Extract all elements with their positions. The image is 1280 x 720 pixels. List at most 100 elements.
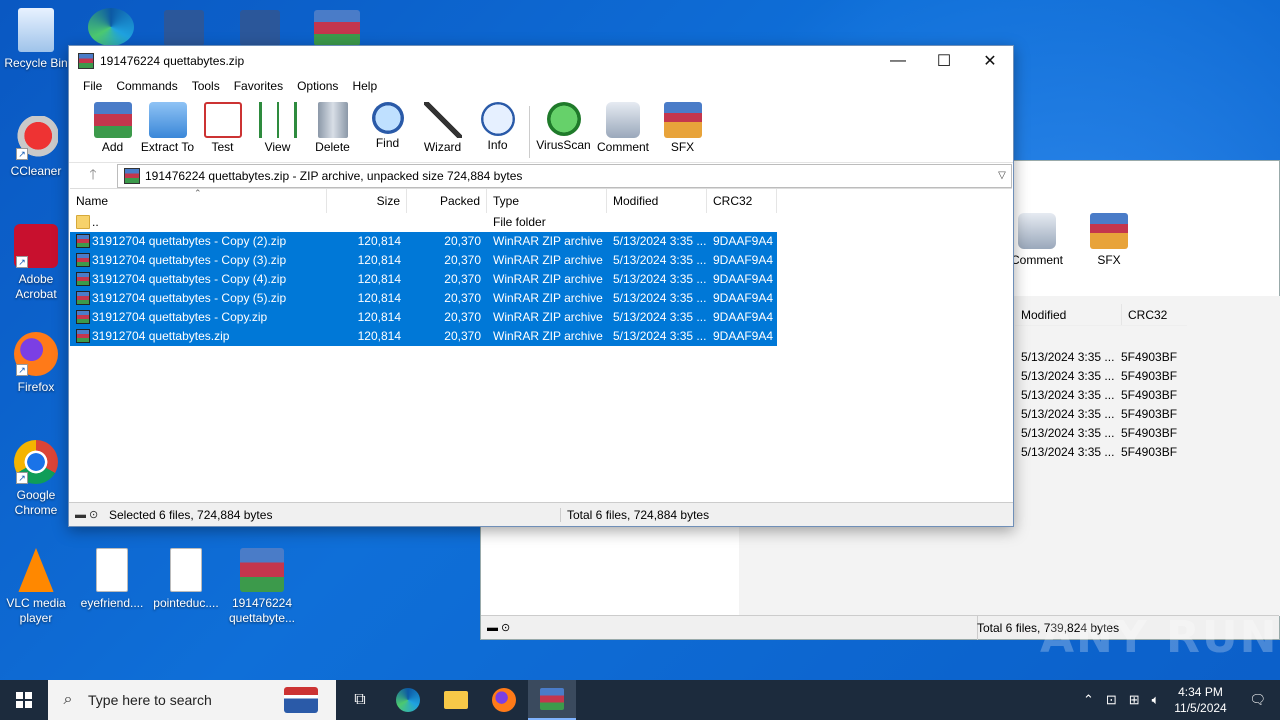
bg-col-crc[interactable]: CRC32 bbox=[1121, 304, 1187, 325]
add-archive-icon bbox=[93, 102, 132, 138]
file-modified: 5/13/2024 3:35 ... bbox=[613, 253, 707, 267]
bg-table-row[interactable]: 5/13/2024 3:35 ... 5F4903BF bbox=[1021, 405, 1191, 424]
desktop-icon-pointeduc[interactable]: pointeduc.... bbox=[150, 548, 222, 611]
menu-file[interactable]: File bbox=[76, 79, 109, 93]
taskbar-edge[interactable] bbox=[384, 680, 432, 720]
menu-commands[interactable]: Commands bbox=[109, 79, 184, 93]
file-name-cell: 31912704 quettabytes - Copy.zip bbox=[70, 308, 327, 327]
desktop-icon-archive[interactable]: 191476224 quettabyte... bbox=[226, 548, 298, 626]
col-type[interactable]: Type bbox=[487, 189, 607, 213]
bg-table-row[interactable]: 5/13/2024 3:35 ... 5F4903BF bbox=[1021, 386, 1191, 405]
file-packed: 20,370 bbox=[444, 310, 481, 324]
file-name: 31912704 quettabytes - Copy (5).zip bbox=[92, 291, 287, 305]
add-button[interactable]: Add bbox=[85, 102, 140, 154]
bg-col-modified[interactable]: Modified bbox=[1015, 304, 1121, 325]
parent-folder-row[interactable]: .. File folder bbox=[70, 213, 1012, 232]
system-tray: ⌃ ⊡ ⊞ 🔈︎ 4:34 PM 11/5/2024 🗨︎ bbox=[1077, 680, 1280, 720]
file-name-cell: 31912704 quettabytes - Copy (4).zip bbox=[70, 270, 327, 289]
sfx-icon bbox=[663, 102, 702, 138]
wizard-button[interactable]: Wizard bbox=[415, 102, 470, 154]
delete-button[interactable]: Delete bbox=[305, 102, 360, 154]
word-doc-icon[interactable] bbox=[240, 10, 280, 46]
col-modified[interactable]: Modified bbox=[607, 189, 707, 213]
start-button[interactable] bbox=[0, 680, 48, 720]
address-text: 191476224 quettabytes.zip - ZIP archive,… bbox=[145, 168, 523, 183]
bg-table-row[interactable]: 5/13/2024 3:35 ... 5F4903BF bbox=[1021, 367, 1191, 386]
firefox-icon: ↗ bbox=[14, 332, 58, 376]
up-arrow-icon[interactable]: 🡑 bbox=[69, 164, 117, 188]
desktop-icon-ccleaner[interactable]: ↗ CCleaner bbox=[0, 116, 72, 179]
menu-help[interactable]: Help bbox=[345, 79, 384, 93]
desktop-icon-firefox[interactable]: ↗ Firefox bbox=[0, 332, 72, 395]
desktop-icon-google-chrome[interactable]: ↗ Google Chrome bbox=[0, 440, 72, 518]
col-crc[interactable]: CRC32 bbox=[707, 189, 777, 213]
desktop-icon-adobe-acrobat[interactable]: ↗ Adobe Acrobat bbox=[0, 224, 72, 302]
virusscan-label: VirusScan bbox=[536, 138, 591, 152]
chevron-down-icon[interactable]: ▽ bbox=[993, 170, 1011, 181]
taskbar-file-explorer[interactable] bbox=[432, 680, 480, 720]
info-button[interactable]: Info bbox=[470, 102, 525, 152]
extract-to-button[interactable]: Extract To bbox=[140, 102, 195, 154]
desktop-icon-label: VLC media player bbox=[6, 596, 66, 625]
volume-icon[interactable]: 🔈︎ bbox=[1146, 692, 1166, 708]
bg-table-row[interactable]: 5/13/2024 3:35 ... 5F4903BF bbox=[1021, 443, 1191, 462]
title-bar[interactable]: 191476224 quettabytes.zip — ☐ ✕ bbox=[69, 46, 1013, 76]
chevron-up-icon[interactable]: ⌃ bbox=[1077, 692, 1100, 708]
bg-sfx-button[interactable]: SFX bbox=[1083, 213, 1135, 267]
comment-label: Comment bbox=[596, 140, 649, 154]
file-list[interactable]: Name Size Packed Type Modified CRC32 ⌃ .… bbox=[70, 188, 1013, 502]
toolbar-separator bbox=[529, 106, 530, 158]
bg-table-row[interactable]: 5/13/2024 3:35 ... 5F4903BF bbox=[1021, 348, 1191, 367]
bg-file-modified: 5/13/2024 3:35 ... bbox=[1021, 388, 1115, 402]
table-row[interactable]: 31912704 quettabytes - Copy.zip 120,814 20… bbox=[70, 308, 777, 327]
clock[interactable]: 4:34 PM 11/5/2024 bbox=[1165, 684, 1235, 716]
minimize-button[interactable]: — bbox=[875, 46, 921, 76]
view-button[interactable]: View bbox=[250, 102, 305, 154]
comment-button[interactable]: Comment bbox=[591, 102, 655, 154]
info-icon bbox=[480, 102, 515, 136]
network-icon[interactable]: ⊞ bbox=[1123, 692, 1146, 708]
word-doc-icon[interactable] bbox=[164, 10, 204, 46]
winrar-desktop-icon[interactable] bbox=[314, 10, 360, 46]
notifications-icon[interactable]: 🗨︎ bbox=[1235, 692, 1280, 708]
taskbar-search[interactable]: ⌕ Type here to search bbox=[48, 680, 336, 720]
test-button[interactable]: Test bbox=[195, 102, 250, 154]
parent-type: File folder bbox=[493, 215, 546, 229]
taskbar-firefox[interactable] bbox=[480, 680, 528, 720]
bg-table-row[interactable]: 5/13/2024 3:35 ... 5F4903BF bbox=[1021, 424, 1191, 443]
close-button[interactable]: ✕ bbox=[967, 46, 1013, 76]
chrome-icon: ↗ bbox=[14, 440, 58, 484]
trash-can-icon bbox=[317, 102, 348, 138]
find-button[interactable]: Find bbox=[360, 102, 415, 150]
table-row[interactable]: 31912704 quettabytes - Copy (3).zip 120,8… bbox=[70, 251, 777, 270]
col-packed[interactable]: Packed bbox=[407, 189, 487, 213]
desktop-icon-eyefriend[interactable]: eyefriend.... bbox=[76, 548, 148, 611]
menu-options[interactable]: Options bbox=[290, 79, 345, 93]
network-device-icon[interactable]: ⊡ bbox=[1100, 692, 1123, 708]
menu-favorites[interactable]: Favorites bbox=[227, 79, 290, 93]
table-row[interactable]: 31912704 quettabytes - Copy (2).zip 120,8… bbox=[70, 232, 777, 251]
parent-name: .. bbox=[92, 215, 99, 229]
winrar-window[interactable]: 191476224 quettabytes.zip — ☐ ✕ File Com… bbox=[68, 45, 1014, 527]
edge-desktop-icon[interactable] bbox=[88, 8, 134, 46]
file-size: 120,814 bbox=[357, 253, 401, 267]
zip-archive-icon bbox=[124, 167, 140, 184]
file-packed: 20,370 bbox=[444, 272, 481, 286]
desktop-icon-vlc[interactable]: VLC media player bbox=[0, 548, 72, 626]
task-view-button[interactable]: ⧉ bbox=[336, 680, 384, 720]
file-crc: 9DAAF9A4 bbox=[713, 291, 774, 305]
desktop-icon-recycle-bin[interactable]: Recycle Bin bbox=[0, 8, 72, 71]
table-row[interactable]: 31912704 quettabytes.zip 120,814 20,370 Win… bbox=[70, 327, 777, 346]
menu-tools[interactable]: Tools bbox=[185, 79, 227, 93]
col-size[interactable]: Size bbox=[327, 189, 407, 213]
virusscan-button[interactable]: VirusScan bbox=[536, 102, 591, 152]
table-row[interactable]: 31912704 quettabytes - Copy (5).zip 120,8… bbox=[70, 289, 777, 308]
file-crc: 9DAAF9A4 bbox=[713, 329, 774, 343]
bg-comment-button[interactable]: Comment bbox=[1011, 213, 1063, 267]
table-row[interactable]: 31912704 quettabytes - Copy (4).zip 120,8… bbox=[70, 270, 777, 289]
comment-icon bbox=[1018, 213, 1056, 249]
address-field[interactable]: 191476224 quettabytes.zip - ZIP archive,… bbox=[117, 163, 1012, 188]
maximize-button[interactable]: ☐ bbox=[921, 46, 967, 76]
sfx-button[interactable]: SFX bbox=[655, 102, 710, 154]
taskbar-winrar[interactable] bbox=[528, 680, 576, 720]
